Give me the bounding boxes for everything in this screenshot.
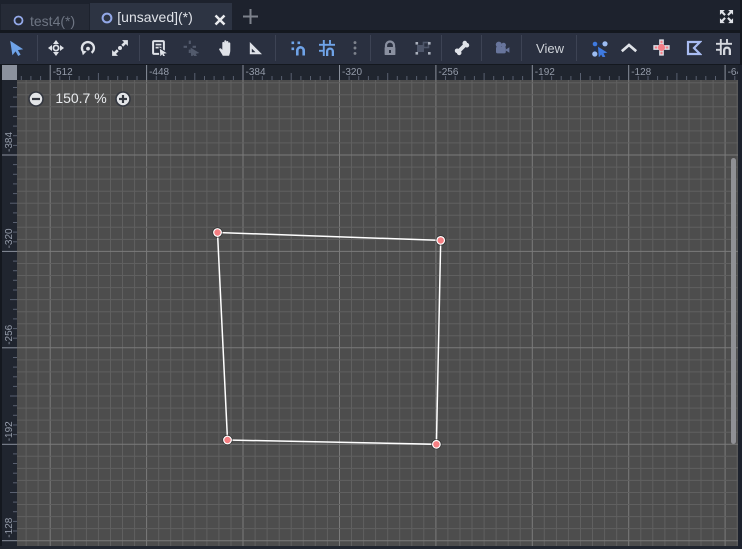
svg-text:-64: -64 <box>728 67 738 78</box>
svg-text:-384: -384 <box>246 67 266 78</box>
svg-text:-448: -448 <box>149 67 169 78</box>
svg-text:-128: -128 <box>4 517 15 537</box>
svg-text:-384: -384 <box>4 132 15 152</box>
svg-text:-320: -320 <box>342 67 362 78</box>
svg-text:-128: -128 <box>631 67 651 78</box>
svg-text:-192: -192 <box>4 421 15 441</box>
svg-text:-512: -512 <box>53 67 73 78</box>
svg-text:-256: -256 <box>4 324 15 344</box>
svg-text:-320: -320 <box>4 228 15 248</box>
svg-text:-192: -192 <box>535 67 555 78</box>
svg-text:-256: -256 <box>438 67 458 78</box>
